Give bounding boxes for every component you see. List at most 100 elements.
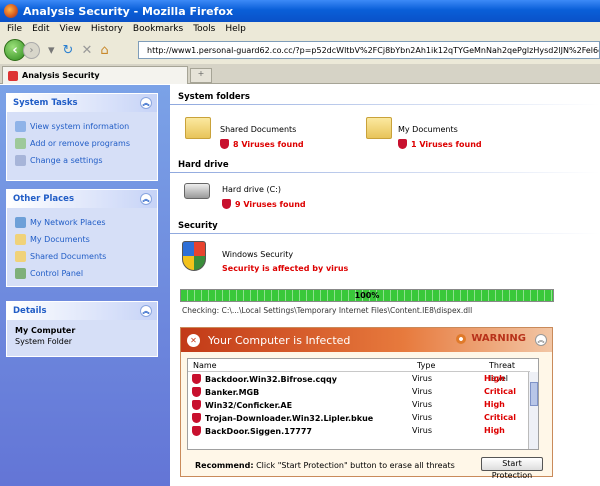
alert-title: Your Computer is Infected bbox=[208, 333, 351, 347]
folder-icon[interactable] bbox=[185, 117, 211, 139]
link-label: Add or remove programs bbox=[30, 139, 130, 148]
threat-name: Banker.MGB bbox=[205, 387, 260, 397]
menu-view[interactable]: View bbox=[60, 24, 81, 34]
menu-help[interactable]: Help bbox=[225, 24, 246, 34]
control-panel-icon bbox=[15, 268, 26, 279]
recommend-message: Click "Start Protection" button to erase… bbox=[256, 461, 455, 470]
collapse-icon[interactable]: ︽ bbox=[140, 193, 152, 205]
tab-favicon-icon bbox=[8, 70, 18, 81]
system-folders-heading: System folders bbox=[178, 92, 250, 102]
reload-icon[interactable]: ↻ bbox=[63, 43, 74, 58]
windows-security-shield-icon bbox=[182, 241, 206, 271]
collapse-icon[interactable]: ︽ bbox=[140, 97, 152, 109]
history-dropdown-icon[interactable]: ▾ bbox=[48, 43, 55, 58]
shield-icon bbox=[222, 199, 231, 209]
address-bar[interactable]: http://www1.personal-guard62.co.cc/?p=p5… bbox=[138, 41, 600, 59]
new-tab-button[interactable]: + bbox=[190, 68, 212, 83]
home-icon[interactable]: ⌂ bbox=[100, 43, 108, 58]
column-threat-level[interactable]: Threat level bbox=[484, 359, 530, 383]
table-row[interactable]: Win32/Conficker.AE Virus High bbox=[188, 400, 530, 413]
change-settings-link[interactable]: Change a settings bbox=[15, 152, 149, 169]
system-info-icon bbox=[15, 121, 26, 132]
warning-icon bbox=[456, 333, 467, 344]
table-scrollbar[interactable] bbox=[528, 372, 538, 449]
shield-icon bbox=[192, 400, 201, 410]
forward-arrow-icon: › bbox=[29, 44, 34, 56]
shield-icon bbox=[192, 426, 201, 436]
recommend-label: Recommend: bbox=[195, 461, 254, 470]
table-row[interactable]: Banker.MGB Virus Critical bbox=[188, 387, 530, 400]
threat-level: Critical bbox=[484, 413, 517, 422]
other-places-title: Other Places bbox=[13, 194, 74, 204]
system-tasks-title: System Tasks bbox=[13, 98, 78, 108]
control-panel-link[interactable]: Control Panel bbox=[15, 265, 149, 282]
hard-drive-icon[interactable] bbox=[184, 183, 210, 199]
table-row[interactable]: Trojan-Downloader.Win32.Lipler.bkue Viru… bbox=[188, 413, 530, 426]
my-documents-virus-count: 1 Viruses found bbox=[398, 139, 482, 149]
table-row[interactable]: BackDoor.Siggen.17777 Virus High bbox=[188, 426, 530, 439]
tab-analysis-security[interactable]: Analysis Security bbox=[2, 66, 188, 84]
view-system-info-link[interactable]: View system information bbox=[15, 118, 149, 135]
recommendation-text: Recommend: Click "Start Protection" butt… bbox=[195, 461, 455, 470]
details-header[interactable]: Details ︽ bbox=[7, 302, 157, 320]
security-status: Security is affected by virus bbox=[222, 264, 349, 273]
my-documents-name[interactable]: My Documents bbox=[398, 125, 458, 134]
scan-current-file: Checking: C:\...\Local Settings\Temporar… bbox=[182, 306, 473, 315]
threat-level: High bbox=[484, 426, 505, 435]
threat-level: High bbox=[484, 400, 505, 409]
progress-label: 100% bbox=[354, 291, 380, 300]
menu-bar: File Edit View History Bookmarks Tools H… bbox=[0, 22, 600, 36]
threat-level: Critical bbox=[484, 387, 517, 396]
link-label: My Network Places bbox=[30, 218, 106, 227]
menu-file[interactable]: File bbox=[7, 24, 22, 34]
threat-type: Virus bbox=[412, 413, 433, 422]
details-name: My Computer bbox=[15, 326, 76, 335]
details-type: System Folder bbox=[15, 337, 73, 346]
other-places-header[interactable]: Other Places ︽ bbox=[7, 190, 157, 208]
shared-documents-name[interactable]: Shared Documents bbox=[220, 125, 296, 134]
folder-icon bbox=[15, 251, 26, 262]
window-title: Analysis Security - Mozilla Firefox bbox=[23, 4, 234, 18]
stop-icon[interactable]: ✕ bbox=[81, 43, 92, 58]
menu-history[interactable]: History bbox=[91, 24, 123, 34]
folder-icon[interactable] bbox=[366, 117, 392, 139]
scrollbar-thumb[interactable] bbox=[530, 382, 538, 406]
shield-icon bbox=[398, 139, 407, 149]
threat-type: Virus bbox=[412, 387, 433, 396]
back-arrow-icon: ‹ bbox=[12, 42, 18, 58]
system-tasks-header[interactable]: System Tasks ︽ bbox=[7, 94, 157, 112]
alert-header: ✕ Your Computer is Infected WARNING ︽ bbox=[181, 328, 552, 352]
add-remove-programs-link[interactable]: Add or remove programs bbox=[15, 135, 149, 152]
table-row[interactable]: Backdoor.Win32.Bifrose.cqqy Virus High bbox=[188, 374, 530, 387]
forward-button[interactable]: › bbox=[23, 41, 40, 59]
hard-drive-heading: Hard drive bbox=[178, 160, 229, 170]
url-text: http://www1.personal-guard62.co.cc/?p=p5… bbox=[147, 45, 600, 55]
hard-drive-name[interactable]: Hard drive (C:) bbox=[222, 185, 281, 194]
my-documents-link[interactable]: My Documents bbox=[15, 231, 149, 248]
menu-edit[interactable]: Edit bbox=[32, 24, 49, 34]
menu-bookmarks[interactable]: Bookmarks bbox=[133, 24, 183, 34]
error-icon: ✕ bbox=[187, 333, 200, 347]
threat-type: Virus bbox=[412, 374, 433, 383]
details-panel: Details ︽ My Computer System Folder bbox=[6, 301, 158, 357]
programs-icon bbox=[15, 138, 26, 149]
column-type[interactable]: Type bbox=[412, 359, 484, 372]
menu-tools[interactable]: Tools bbox=[193, 24, 215, 34]
threat-name: Trojan-Downloader.Win32.Lipler.bkue bbox=[205, 413, 374, 423]
link-label: View system information bbox=[30, 122, 130, 131]
threat-type: Virus bbox=[412, 400, 433, 409]
start-protection-button[interactable]: Start Protection bbox=[481, 457, 543, 480]
my-network-places-link[interactable]: My Network Places bbox=[15, 214, 149, 231]
shared-documents-virus-count: 8 Viruses found bbox=[220, 139, 304, 149]
shield-icon bbox=[192, 387, 201, 397]
threat-name: Win32/Conficker.AE bbox=[205, 400, 293, 410]
infection-alert-panel: ✕ Your Computer is Infected WARNING ︽ Na… bbox=[180, 327, 553, 480]
network-icon bbox=[15, 217, 26, 228]
collapse-icon[interactable]: ︽ bbox=[535, 334, 547, 346]
column-name[interactable]: Name bbox=[188, 359, 412, 372]
tab-strip: Analysis Security + bbox=[0, 64, 600, 84]
collapse-icon[interactable]: ︽ bbox=[140, 305, 152, 317]
divider bbox=[170, 104, 600, 105]
shared-documents-link[interactable]: Shared Documents bbox=[15, 248, 149, 265]
threat-level: High bbox=[484, 374, 505, 383]
